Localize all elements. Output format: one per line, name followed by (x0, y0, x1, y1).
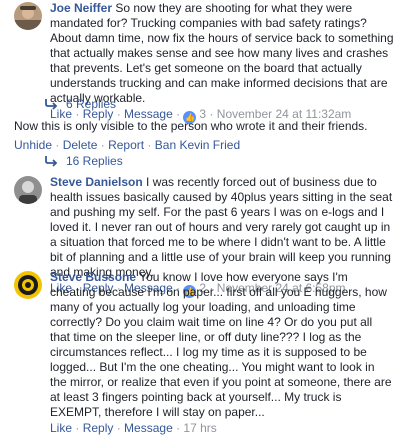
comment-text: So now they are shooting for what they w… (50, 1, 394, 105)
hidden-comment-notice: Now this is only visible to the person w… (14, 119, 394, 153)
avatar[interactable] (14, 2, 42, 30)
comment-steve-bussone: Steve Bussone You know I love how everyo… (14, 270, 394, 436)
like-link[interactable]: Like (50, 421, 72, 435)
comment-text-block: Steve Bussone You know I love how everyo… (50, 270, 394, 420)
comment-text: I was recently forced out of business du… (50, 175, 393, 279)
ban-user-link[interactable]: Ban Kevin Fried (155, 138, 240, 152)
comment-text-block: Joe Neiffer So now they are shooting for… (50, 1, 394, 106)
reply-link[interactable]: Reply (83, 421, 114, 435)
comment-text: You know I love how everyone says I'm ch… (50, 270, 392, 419)
comment-author[interactable]: Steve Bussone (50, 270, 136, 284)
avatar[interactable] (14, 176, 42, 204)
comment-actions: Like · Reply · Message · 17 hrs (50, 421, 217, 435)
reply-arrow-icon (45, 99, 58, 110)
reply-arrow-icon (45, 156, 58, 167)
message-link[interactable]: Message (124, 421, 173, 435)
avatar[interactable] (14, 271, 42, 299)
report-link[interactable]: Report (108, 138, 144, 152)
comment-author[interactable]: Steve Danielson (50, 175, 143, 189)
replies-label[interactable]: 16 Replies (66, 154, 123, 168)
unhide-link[interactable]: Unhide (14, 138, 52, 152)
comment-text-block: Steve Danielson I was recently forced ou… (50, 175, 394, 280)
hidden-notice-text: Now this is only visible to the person w… (14, 119, 368, 133)
replies-label[interactable]: 6 Replies (66, 97, 116, 111)
view-replies-link[interactable]: 6 Replies (44, 97, 116, 112)
hidden-comment-actions: Unhide · Delete · Report · Ban Kevin Fri… (14, 138, 241, 152)
comment-author[interactable]: Joe Neiffer (50, 1, 112, 15)
comment-timestamp[interactable]: 17 hrs (183, 421, 216, 435)
view-replies-link[interactable]: 16 Replies (44, 154, 123, 169)
delete-link[interactable]: Delete (63, 138, 98, 152)
